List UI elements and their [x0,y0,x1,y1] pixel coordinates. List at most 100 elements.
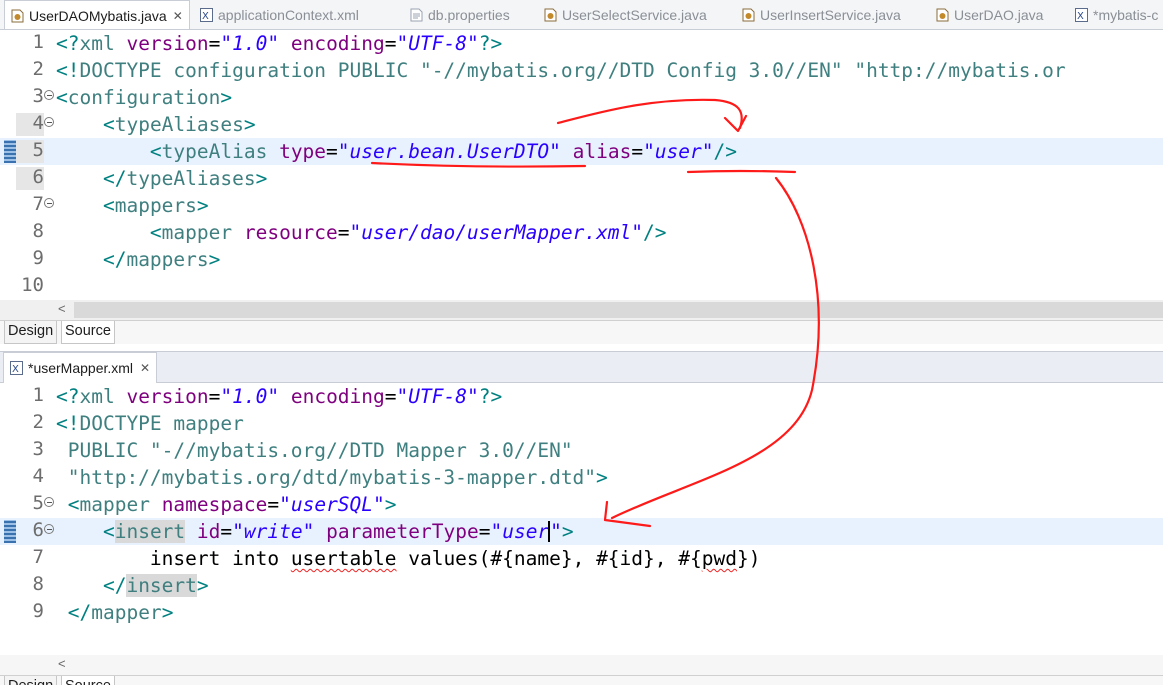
code-line[interactable]: 3 <configuration> [0,84,1163,111]
user-mapper-editor[interactable]: 1 <?xml version="1.0" encoding="UTF-8"?> 2… [0,383,1163,655]
code-token: = [478,520,491,543]
scrollbar-thumb[interactable] [74,302,1163,318]
code-line[interactable]: 10 [0,273,1163,300]
tab-userselectservice-java[interactable]: UserSelectService.java [544,0,707,29]
code-token: PUBLIC [56,439,150,462]
code-token: <? [56,385,80,408]
code-line[interactable]: 5 <typeAlias type="user.bean.UserDTO" al… [0,138,1163,165]
close-icon[interactable]: ✕ [140,361,150,375]
code-token: < [102,520,115,543]
code-token: type [279,140,327,163]
design-tab[interactable]: Design [4,321,58,344]
code-line[interactable]: 4 <typeAliases> [0,111,1163,138]
code-text: <typeAlias type="user.bean.UserDTO" alia… [56,138,737,165]
code-token: < [102,194,115,217]
horizontal-scrollbar[interactable]: < [0,300,1163,320]
tab-db-properties[interactable]: db.properties [410,0,510,29]
code-line[interactable]: 2 <!DOCTYPE configuration PUBLIC "-//myba… [0,57,1163,84]
code-line[interactable]: 6 </typeAliases> [0,165,1163,192]
tab-userinsertservice-java[interactable]: UserInsertService.java [742,0,901,29]
code-token: ?> [478,385,503,408]
java-file-icon [11,9,24,23]
code-token: resource [243,221,338,244]
tab-userdaomybatis-java[interactable]: UserDAOMybatis.java ✕ [4,0,190,29]
code-line[interactable]: 9 </mapper> [0,599,1163,626]
fold-toggle-icon[interactable] [44,117,54,127]
code-token: "write" [232,520,315,543]
source-tab[interactable]: Source [61,676,115,685]
code-line[interactable]: 3 PUBLIC "-//mybatis.org//DTD Mapper 3.0… [0,437,1163,464]
design-source-tabs-2: Design Source [0,675,1163,685]
svg-text:X: X [202,11,209,22]
code-text: <configuration> [56,84,232,111]
code-line[interactable]: 5 <mapper namespace="userSQL"> [0,491,1163,518]
close-icon[interactable]: ✕ [173,9,183,23]
fold-toggle-icon[interactable] [44,524,54,534]
code-token: < [149,221,162,244]
code-line[interactable]: 6 <insert id="write" parameterType="user… [0,518,1163,545]
tab-label: *mybatis-c [1093,7,1159,23]
code-line[interactable]: 2 <!DOCTYPE mapper [0,410,1163,437]
line-number: 3 [32,85,44,107]
code-text: <mappers> [56,192,209,219]
code-text: <?xml version="1.0" encoding="UTF-8"?> [56,383,502,410]
code-token: > [161,601,174,624]
fold-toggle-icon[interactable] [44,90,54,100]
code-token: < [102,113,115,136]
line-number: 4 [32,465,44,487]
code-token: > [196,574,209,597]
tab-applicationcontext-xml[interactable]: XapplicationContext.xml [200,0,359,29]
code-token: = [337,221,350,244]
code-token: "userSQL" [279,493,385,516]
code-token: = [631,140,644,163]
tab-usermapper-xml[interactable]: X *userMapper.xml ✕ [3,352,158,383]
code-token: insert [126,574,197,597]
tab--mybatis-c[interactable]: X *mybatis-c [1075,0,1159,29]
source-tab[interactable]: Source [61,321,115,344]
fold-toggle-icon[interactable] [44,497,54,507]
horizontal-scrollbar-2[interactable]: < [0,655,1163,675]
line-number: 5 [32,139,44,161]
code-line[interactable]: 7 insert into usertable values(#{name}, … [0,545,1163,572]
scroll-left-arrow[interactable]: < [58,656,66,671]
code-token: mapper [161,221,244,244]
code-line[interactable]: 9 </mappers> [0,246,1163,273]
code-line[interactable]: 1 <?xml version="1.0" encoding="UTF-8"?> [0,30,1163,57]
code-line[interactable]: 8 </insert> [0,572,1163,599]
code-line[interactable]: 4 "http://mybatis.org/dtd/mybatis-3-mapp… [0,464,1163,491]
line-number: 1 [32,31,44,53]
line-number: 9 [32,600,44,622]
design-tab[interactable]: Design [4,676,58,685]
tab-label: applicationContext.xml [218,7,359,23]
code-token: "-//mybatis.org//DTD Mapper 3.0//EN" [149,439,573,462]
code-token: insert into [56,547,291,570]
mybatis-config-editor[interactable]: 1 <?xml version="1.0" encoding="UTF-8"?> 2… [0,30,1163,300]
properties-file-icon [410,8,423,22]
line-number: 9 [32,247,44,269]
tab-userdao-java[interactable]: UserDAO.java [936,0,1043,29]
fold-toggle-icon[interactable] [44,198,54,208]
code-text: <mapper resource="user/dao/userMapper.xm… [56,219,667,246]
line-number: 6 [32,166,44,188]
code-token: typeAlias [161,140,280,163]
code-token: }) [736,547,761,570]
scroll-left-arrow[interactable]: < [58,301,66,316]
code-token: xml [79,32,127,55]
code-token: > [561,520,574,543]
code-token: insert [114,520,186,543]
tab-label: db.properties [428,7,510,23]
code-token: values(#{name}, #{id}, #{ [396,547,702,570]
code-token: </ [102,574,127,597]
code-line[interactable]: 8 <mapper resource="user/dao/userMapper.… [0,219,1163,246]
code-token: = [384,32,397,55]
tab-label: *userMapper.xml [28,360,134,376]
code-token: > [243,113,256,136]
code-line[interactable]: 1 <?xml version="1.0" encoding="UTF-8"?> [0,383,1163,410]
code-token: "1.0" [220,385,280,408]
code-line[interactable]: 7 <mappers> [0,192,1163,219]
line-number: 7 [32,546,44,568]
